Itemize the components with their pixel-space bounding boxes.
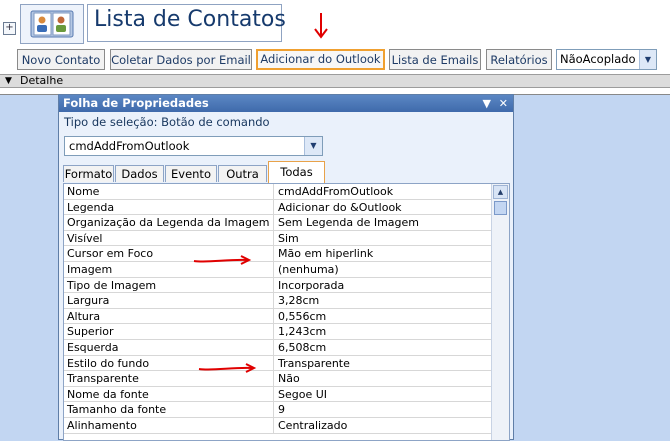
- property-value[interactable]: 1,243cm: [275, 324, 492, 339]
- property-value[interactable]: Mão em hiperlink: [275, 246, 492, 261]
- property-row[interactable]: Superior 1,243cm: [64, 324, 492, 340]
- property-row[interactable]: Visível Sim: [64, 230, 492, 247]
- reports-button[interactable]: Relatórios: [486, 49, 552, 70]
- property-name: Organização da Legenda da Imagem: [64, 215, 274, 230]
- property-row[interactable]: Transparente Não: [64, 371, 492, 387]
- property-value[interactable]: Adicionar do &Outlook: [275, 200, 492, 215]
- red-right-arrow-annotation: [193, 255, 252, 265]
- contacts-logo[interactable]: [20, 4, 84, 44]
- form-design-surface: + Lista de Contatos Novo Contato Coletar…: [0, 0, 670, 88]
- property-value[interactable]: Não: [275, 371, 492, 386]
- property-value[interactable]: 6,508cm: [275, 340, 492, 355]
- chevron-down-icon[interactable]: ▼: [304, 137, 322, 155]
- property-value[interactable]: Transparente: [275, 356, 492, 371]
- property-row[interactable]: Legenda Adicionar do &Outlook: [64, 199, 492, 216]
- address-book-icon: [30, 10, 74, 38]
- property-value[interactable]: Sem Legenda de Imagem: [275, 215, 492, 230]
- property-name: Nome: [64, 184, 274, 199]
- property-sheet-titlebar[interactable]: Folha de Propriedades ▼ ✕: [59, 95, 513, 112]
- page-title: Lista de Contatos: [94, 7, 286, 32]
- form-selector-icon[interactable]: +: [3, 22, 16, 35]
- property-name: Nome da fonte: [64, 386, 274, 402]
- selection-type-label: Tipo de seleção: Botão de comando: [64, 115, 270, 129]
- property-name: Superior: [64, 324, 274, 339]
- object-select-value: cmdAddFromOutlook: [69, 139, 190, 153]
- dock-mode-value: NãoAcoplado: [560, 52, 636, 66]
- tab-other[interactable]: Outra: [218, 165, 267, 182]
- tab-all[interactable]: Todas: [268, 161, 325, 183]
- new-contact-button[interactable]: Novo Contato: [17, 49, 105, 70]
- property-value[interactable]: 3,28cm: [275, 293, 492, 308]
- red-right-arrow-annotation: [198, 363, 257, 373]
- property-value[interactable]: 0,556cm: [275, 309, 492, 324]
- tab-format[interactable]: Formato: [63, 165, 114, 182]
- property-sheet-panel: Folha de Propriedades ▼ ✕ Tipo de seleçã…: [58, 94, 514, 441]
- property-value[interactable]: (nenhuma): [275, 262, 492, 277]
- property-row[interactable]: Tipo de Imagem Incorporada: [64, 277, 492, 294]
- object-select-combo[interactable]: cmdAddFromOutlook ▼: [64, 136, 323, 156]
- detail-section-label: Detalhe: [20, 74, 64, 87]
- property-value[interactable]: Centralizado: [275, 418, 492, 433]
- tab-event[interactable]: Evento: [165, 165, 217, 182]
- form-title-label-box[interactable]: Lista de Contatos: [87, 4, 286, 42]
- property-row[interactable]: Tamanho da fonte 9: [64, 402, 492, 418]
- property-name: Esquerda: [64, 340, 274, 355]
- property-name: Tamanho da fonte: [64, 402, 274, 417]
- property-row[interactable]: Nome da fonte Segoe UI: [64, 386, 492, 403]
- property-row[interactable]: Imagem (nenhuma): [64, 262, 492, 278]
- close-icon[interactable]: ✕: [499, 95, 508, 112]
- property-row[interactable]: Alinhamento Centralizado: [64, 418, 492, 434]
- detail-section-bar[interactable]: ▼ Detalhe: [0, 74, 670, 88]
- property-value[interactable]: Incorporada: [275, 278, 492, 293]
- property-row[interactable]: Esquerda 6,508cm: [64, 340, 492, 356]
- email-list-button[interactable]: Lista de Emails: [389, 49, 481, 70]
- scroll-up-icon[interactable]: ▲: [493, 185, 508, 199]
- property-name: Legenda: [64, 199, 274, 215]
- property-value[interactable]: cmdAddFromOutlook: [275, 184, 492, 199]
- property-name: Alinhamento: [64, 418, 274, 433]
- property-row[interactable]: Organização da Legenda da Imagem Sem Lege…: [64, 215, 492, 231]
- collect-email-data-button[interactable]: Coletar Dados por Email: [110, 49, 252, 70]
- vertical-scrollbar[interactable]: ▲: [491, 184, 509, 440]
- property-row[interactable]: Nome cmdAddFromOutlook: [64, 184, 492, 200]
- scroll-thumb[interactable]: [494, 201, 507, 215]
- property-value[interactable]: Segoe UI: [275, 387, 492, 402]
- property-name: Altura: [64, 308, 274, 324]
- tab-data[interactable]: Dados: [115, 165, 164, 182]
- red-down-arrow-annotation: [314, 13, 328, 39]
- property-row[interactable]: Cursor em Foco Mão em hiperlink: [64, 246, 492, 262]
- property-row[interactable]: Largura 3,28cm: [64, 293, 492, 309]
- property-row[interactable]: Estilo do fundo Transparente: [64, 355, 492, 372]
- property-sheet-title: Folha de Propriedades: [63, 96, 209, 110]
- section-arrow-icon: ▼: [5, 76, 12, 86]
- property-grid: Nome cmdAddFromOutlook Legenda Adicionar do…: [63, 183, 510, 441]
- property-name: Tipo de Imagem: [64, 277, 274, 293]
- property-name: Visível: [64, 230, 274, 246]
- dock-mode-combo[interactable]: NãoAcoplado ▼: [556, 49, 657, 70]
- property-value[interactable]: Sim: [275, 231, 492, 246]
- add-from-outlook-button[interactable]: Adicionar do Outlook: [256, 49, 385, 70]
- dropdown-arrow-icon[interactable]: ▼: [483, 95, 491, 112]
- property-name: Largura: [64, 293, 274, 308]
- property-value[interactable]: 9: [275, 402, 492, 417]
- chevron-down-icon[interactable]: ▼: [639, 50, 656, 69]
- property-row[interactable]: Altura 0,556cm: [64, 308, 492, 325]
